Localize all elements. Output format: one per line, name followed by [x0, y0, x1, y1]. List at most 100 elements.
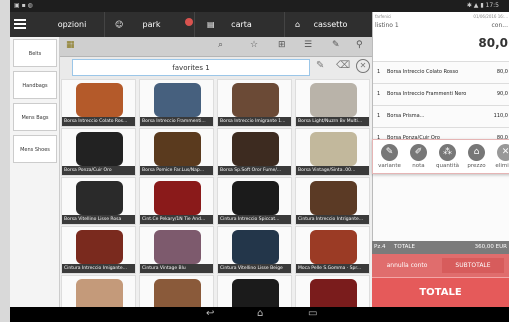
star-icon[interactable]: ☆ [250, 40, 258, 50]
variant-icon: ✎ [381, 144, 398, 161]
receipt-amount: 80,0 [478, 36, 508, 50]
line-price: 90,0 [496, 91, 508, 97]
receipt-header: farfenici 01/06/2016 16:... listino 1 co… [373, 12, 509, 62]
product-tile[interactable]: Cintura Intreccio Intrigante... [295, 177, 370, 225]
product-image [154, 181, 201, 215]
quantity-icon: ⁂ [439, 144, 456, 161]
product-image [232, 83, 279, 117]
product-image [232, 181, 279, 215]
product-tile[interactable]: Moca Pelle S.Gomma · Spr... [295, 226, 370, 274]
line-qty: 1 [377, 91, 381, 97]
annulla-conto-button[interactable]: annulla conto [376, 258, 438, 273]
drawer-icon: ⌂ [295, 20, 301, 29]
hamburger-menu-icon[interactable] [14, 19, 26, 30]
receipt-line[interactable]: 1 Borsa Intreccio Frammenti Nero 90,0 [373, 84, 509, 106]
product-tile[interactable]: Borsa Vitellino Lisse Rosa [61, 177, 136, 225]
status-bar: ▣ ▪ ◍ ✱ ▲ ▮ 17:5 [10, 0, 509, 12]
category-mens-bags[interactable]: Mens Bags [13, 103, 57, 131]
product-tile[interactable]: Borsa Vintage/Sinta..00... [295, 128, 370, 176]
product-caption: Moca Pelle S.Gomma · Spr... [296, 264, 369, 273]
product-caption: Cintura Intreccio Intrigante... [296, 215, 369, 224]
product-caption: Borsa Vintage/Sinta..00... [296, 166, 369, 175]
pin-icon[interactable]: ⚲ [356, 40, 363, 50]
total-row: Pz.4 TOTALE 360,00 EUR [372, 241, 509, 254]
favorites-selector[interactable]: favorites 1 [72, 59, 310, 76]
product-tile[interactable]: Borsa Pomice Far.Lus/Nap... [139, 128, 214, 176]
product-caption: Borsa Intreccio Imigrante 1... [218, 117, 291, 126]
pencil-icon[interactable]: ✎ [332, 40, 340, 50]
product-tile[interactable]: Cint.Ce Pekary/1N Tie And... [139, 177, 214, 225]
grid-view-icon[interactable]: ⊞ [278, 40, 286, 50]
edit-pencil-icon[interactable]: ✎ [316, 60, 324, 71]
totale-button[interactable]: TOTALE [372, 277, 509, 307]
product-tile[interactable]: Cintura Vitellino Lisse Beige [217, 226, 292, 274]
tab-carta[interactable]: ▤ carta [195, 12, 285, 37]
product-image [154, 132, 201, 166]
android-nav-bar: ↩ ⌂ ▭ [10, 307, 509, 322]
quantita-button[interactable]: ⁂ quantità [433, 142, 462, 173]
nota-button[interactable]: ✐ nota [404, 142, 433, 173]
product-caption: Cint.Ce Pekary/1N Tie And... [140, 215, 213, 224]
variante-button[interactable]: ✎ variante [375, 142, 404, 173]
category-sidebar: Belts Handbags Mens Bags Mens Shoes [10, 37, 60, 307]
receipt-actions: annulla conto SUBTOTALE [372, 254, 509, 277]
product-tile[interactable]: Borsa Intreccio Frammenti... [139, 79, 214, 127]
product-image [232, 132, 279, 166]
close-icon[interactable]: ✕ [356, 59, 370, 73]
elimina-button[interactable]: ✕ elimina [491, 142, 509, 173]
product-caption: Cintura Vintage Blu [140, 264, 213, 273]
recent-apps-icon[interactable]: ▭ [308, 308, 317, 319]
prezzo-button[interactable]: ⌂ prezzo [462, 142, 491, 173]
product-image [76, 181, 123, 215]
category-handbags[interactable]: Handbags [13, 71, 57, 99]
product-image [310, 230, 357, 264]
line-desc: Borsa Prisma... [387, 113, 425, 119]
product-tile[interactable]: Cintura Vintage Blu [139, 226, 214, 274]
app-screen: ▣ ▪ ◍ ✱ ▲ ▮ 17:5 opzioni ☺ park ▤ carta … [10, 0, 509, 322]
product-tile[interactable]: Borsa Sp.Soft Oror Fume/... [217, 128, 292, 176]
product-tile[interactable]: Borsa Intreccio Colato Ros... [61, 79, 136, 127]
line-desc: Borsa Intreccio Colato Rosso [387, 69, 459, 75]
subtotale-button[interactable]: SUBTOTALE [442, 258, 504, 273]
product-tile[interactable]: Borsa Ponza/Cuir Oro [61, 128, 136, 176]
product-image [76, 83, 123, 117]
tab-cassetto[interactable]: ⌂ cassetto [285, 12, 372, 37]
operator-label: farfenici [375, 14, 392, 19]
total-value: 360,00 EUR [474, 244, 507, 250]
list-view-icon[interactable]: ☰ [304, 40, 312, 50]
person-icon: ☺ [115, 20, 124, 29]
park-badge [185, 18, 193, 26]
tab-cassetto-label: cassetto [313, 20, 348, 29]
product-tile[interactable]: Cintura Intreccio Imigante... [61, 226, 136, 274]
quantita-label: quantità [435, 163, 460, 169]
note-icon: ✐ [410, 144, 427, 161]
back-icon[interactable]: ↩ [206, 308, 214, 319]
product-toolbar: ▦ ⌕ ☆ ⊞ ☰ ✎ ⚲ [60, 37, 372, 57]
price-icon: ⌂ [468, 144, 485, 161]
product-grid: Borsa Intreccio Colato Ros... Borsa Intre… [60, 79, 372, 322]
product-image [154, 230, 201, 264]
product-tile[interactable]: Borsa Light/Nuzrn Bv Multi... [295, 79, 370, 127]
product-caption: Cintura Vitellino Lisse Beige [218, 264, 291, 273]
barcode-icon[interactable]: ▦ [66, 40, 75, 50]
tab-park[interactable]: ☺ park [105, 12, 195, 37]
product-tile[interactable]: Borsa Intreccio Imigrante 1... [217, 79, 292, 127]
status-icons-left: ▣ ▪ ◍ [14, 2, 33, 9]
category-belts[interactable]: Belts [13, 39, 57, 67]
tab-opzioni-label: opzioni [57, 20, 87, 29]
search-icon[interactable]: ⌕ [218, 40, 223, 50]
product-caption: Borsa Sp.Soft Oror Fume/... [218, 166, 291, 175]
home-icon[interactable]: ⌂ [257, 308, 263, 319]
product-caption: Borsa Vitellino Lisse Rosa [62, 215, 135, 224]
category-mens-shoes[interactable]: Mens Shoes [13, 135, 57, 163]
product-image [76, 230, 123, 264]
product-tile[interactable]: Cintura Intreccio Spiccat... [217, 177, 292, 225]
line-price: 110,0 [493, 113, 508, 119]
tab-opzioni[interactable]: opzioni [10, 12, 105, 37]
product-caption: Borsa Intreccio Colato Ros... [62, 117, 135, 126]
receipt-line[interactable]: 1 Borsa Prisma... 110,0 [373, 106, 509, 128]
eraser-icon[interactable]: ⌫ [336, 60, 350, 71]
receipt-line[interactable]: 1 Borsa Intreccio Colato Rosso 80,0 [373, 62, 509, 84]
product-caption: Borsa Light/Nuzrn Bv Multi... [296, 117, 369, 126]
product-caption: Cintura Intreccio Imigante... [62, 264, 135, 273]
